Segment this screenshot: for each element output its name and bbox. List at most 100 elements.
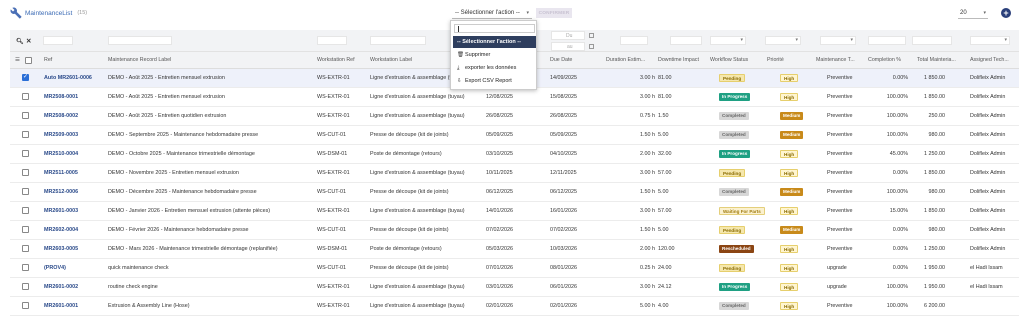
row-ref-link[interactable]: MR2511-0005 — [44, 170, 78, 176]
row-checkbox[interactable] — [22, 302, 29, 309]
filter-date-to[interactable]: au — [551, 42, 585, 51]
filter-duration[interactable] — [620, 36, 648, 45]
table-row[interactable]: MR2602-0004 DEMO - Février 2026 - Mainten… — [10, 221, 1019, 240]
row-ref-link[interactable]: MR2601-0002 — [44, 284, 78, 290]
dropdown-option-delete[interactable]: 🗑︎Supprimer — [453, 49, 536, 61]
filter-type[interactable]: ▾ — [820, 36, 856, 45]
column-header[interactable]: Workstation Label — [370, 57, 412, 63]
row-tech: Dolifleix Admin — [970, 75, 1006, 81]
select-all-checkbox[interactable] — [25, 57, 32, 64]
row-checkbox[interactable] — [22, 283, 29, 290]
table-row[interactable]: MR2601-0001 Extrusion & Assembly Line (Ho… — [10, 297, 1019, 316]
column-header[interactable]: Priorité — [767, 57, 784, 63]
row-checkbox[interactable] — [22, 188, 29, 195]
column-header[interactable]: Maintenance Record Label — [108, 57, 171, 63]
table-row[interactable]: MR2508-0002 DEMO - Août 2025 - Entretien … — [10, 107, 1019, 126]
row-checkbox[interactable] — [22, 131, 29, 138]
row-checkbox[interactable] — [22, 226, 29, 233]
column-header[interactable]: Workflow Status — [710, 57, 748, 63]
add-record-button[interactable]: + — [1001, 8, 1011, 18]
filter-status[interactable]: ▾ — [710, 36, 746, 45]
mass-action-select-value: -- Sélectionner l'action -- — [455, 10, 520, 16]
table-row[interactable]: MR2603-0005 DEMO - Mars 2026 - Maintenanc… — [10, 240, 1019, 259]
priority-badge: Medium — [780, 131, 804, 139]
row-checkbox[interactable] — [22, 73, 29, 81]
row-ws-ref: WS-EXTR-01 — [317, 284, 350, 290]
column-header[interactable]: Workstation Ref — [317, 57, 355, 63]
filter-ws-label[interactable] — [370, 36, 426, 45]
table-row[interactable]: MR2601-0002 routine check engine WS-EXTR-0… — [10, 278, 1019, 297]
row-total: 1 950.00 — [924, 265, 945, 271]
dropdown-option-placeholder[interactable]: -- Sélectionner l'action -- — [453, 36, 536, 48]
column-header[interactable]: Completion % — [868, 57, 901, 63]
row-checkbox[interactable] — [22, 93, 29, 100]
table-row[interactable]: MR2509-0003 DEMO - Septembre 2025 - Maint… — [10, 126, 1019, 145]
column-header[interactable]: Maintenance T... — [816, 57, 855, 63]
row-ref-link[interactable]: MR2601-0001 — [44, 303, 78, 309]
dropdown-option-export[interactable]: ⤓ exporter les données — [453, 62, 536, 74]
row-checkbox[interactable] — [22, 150, 29, 157]
row-downtime: 32.00 — [658, 151, 672, 157]
mass-action-select[interactable]: -- Sélectionner l'action -- ▾ — [452, 8, 532, 19]
table-row[interactable]: MR2601-0003 DEMO - Janvier 2026 - Entreti… — [10, 202, 1019, 221]
calendar-icon[interactable] — [589, 44, 594, 49]
table-row[interactable]: MR2511-0005 DEMO - Novembre 2025 - Entret… — [10, 164, 1019, 183]
filter-ws-ref[interactable] — [317, 36, 347, 45]
table-row[interactable]: MR2512-0006 DEMO - Décembre 2025 - Mainte… — [10, 183, 1019, 202]
column-header[interactable]: Assigned Tech... — [970, 57, 1009, 63]
filter-completion[interactable] — [868, 36, 906, 45]
row-due-date: 12/11/2025 — [550, 170, 577, 176]
row-downtime: 81.00 — [658, 75, 672, 81]
row-checkbox[interactable] — [22, 245, 29, 252]
filter-date-from[interactable]: Du — [551, 31, 585, 40]
column-header[interactable]: Total Mainteria... — [917, 57, 956, 63]
confirm-button[interactable]: CONFIRMER — [536, 8, 572, 18]
table-row[interactable]: MR2508-0001 DEMO - Août 2025 - Entretien … — [10, 88, 1019, 107]
page-title[interactable]: MaintenanceList — [25, 10, 72, 17]
dropdown-option-csv[interactable]: ⇩ Export CSV Report — [453, 75, 536, 87]
row-checkbox[interactable] — [22, 112, 29, 119]
per-page-select[interactable]: 20 ▾ — [958, 8, 988, 19]
calendar-icon[interactable] — [589, 33, 594, 38]
row-checkbox[interactable] — [22, 169, 29, 176]
row-ref-link[interactable]: MR2601-0003 — [44, 208, 78, 214]
row-total: 1 850.00 — [924, 170, 945, 176]
row-ref-link[interactable]: MR2508-0001 — [44, 94, 78, 100]
filter-downtime[interactable] — [670, 36, 702, 45]
table-row[interactable]: MR2510-0004 DEMO - Octobre 2025 - Mainten… — [10, 145, 1019, 164]
row-ref-link[interactable]: MR2603-0005 — [44, 246, 78, 252]
row-ref-link[interactable]: Auto MR2601-0006 — [44, 75, 92, 81]
close-icon[interactable]: ✕ — [26, 37, 31, 45]
list-view-icon[interactable]: ☰ — [15, 57, 20, 63]
row-tech: Dolifleix Admin — [970, 208, 1006, 214]
table-row[interactable]: (PROV4) quick maintenance check WS-CUT-01 P… — [10, 259, 1019, 278]
column-header[interactable]: Due Date — [550, 57, 572, 63]
row-ref-link[interactable]: MR2509-0003 — [44, 132, 78, 138]
row-tech: el Hadi Issam — [970, 265, 1003, 271]
filter-ref[interactable] — [43, 36, 73, 45]
column-header[interactable]: Downtime Impact — [658, 57, 699, 63]
filter-tech[interactable]: ▾ — [970, 36, 1010, 45]
row-checkbox[interactable] — [22, 264, 29, 271]
filter-total[interactable] — [912, 36, 952, 45]
row-ref-link[interactable]: MR2512-0006 — [44, 189, 78, 195]
status-badge: Completed — [719, 188, 749, 196]
row-downtime: 24.12 — [658, 284, 672, 290]
priority-badge: High — [780, 150, 799, 158]
dropdown-search-input[interactable] — [454, 24, 535, 33]
row-label: DEMO - Septembre 2025 - Maintenance hebd… — [108, 132, 259, 138]
row-downtime: 24.00 — [658, 265, 672, 271]
row-ref-link[interactable]: (PROV4) — [44, 265, 66, 271]
row-ref-link[interactable]: MR2510-0004 — [44, 151, 78, 157]
filter-label[interactable] — [108, 36, 172, 45]
priority-badge: High — [780, 283, 799, 291]
row-checkbox[interactable] — [22, 207, 29, 214]
row-ref-link[interactable]: MR2508-0002 — [44, 113, 78, 119]
row-ws-ref: WS-EXTR-01 — [317, 94, 350, 100]
search-icon[interactable]: 🔍︎ — [16, 38, 24, 45]
column-header[interactable]: Ref — [44, 57, 52, 63]
column-header[interactable]: Duration Estim... — [606, 57, 645, 63]
row-start-date: 26/08/2025 — [486, 113, 513, 119]
row-ref-link[interactable]: MR2602-0004 — [44, 227, 78, 233]
filter-priority[interactable]: ▾ — [765, 36, 801, 45]
